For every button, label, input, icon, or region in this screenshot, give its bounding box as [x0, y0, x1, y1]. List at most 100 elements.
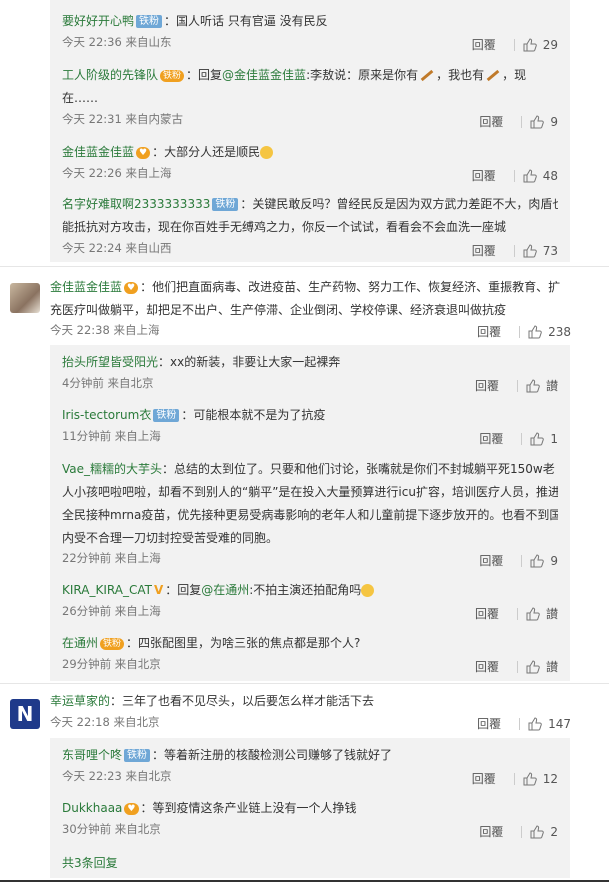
user-name[interactable]: 抬头所望皆受阳光	[62, 355, 158, 369]
reply-item: 要好好开心鸭 铁粉 ：国人听话 只有官逼 没有民反 今天 22:36 来自山东 回覆…	[62, 10, 558, 54]
reply-button[interactable]: 回覆	[475, 377, 499, 395]
vip-badge: ♥	[136, 146, 151, 159]
thumbs-up-icon[interactable]	[530, 825, 545, 839]
thumbs-up-icon[interactable]	[523, 169, 537, 183]
like-count: 48	[542, 169, 558, 183]
like-count: 讃	[545, 379, 558, 393]
user-name[interactable]: 金佳蓝金佳蓝	[62, 145, 134, 159]
reply-text: ：可能根本就不是为了抗疫	[181, 408, 326, 422]
smile-emoji-icon	[361, 584, 375, 597]
mention-link[interactable]: @金佳蓝金佳蓝	[222, 68, 306, 82]
reply-item: Dukkhaaa ♥ ：等到疫情这条产业链上没有一个人挣钱 30分钟前 来自北京 回…	[62, 797, 558, 841]
reply-button[interactable]: 回覆	[479, 113, 503, 131]
reply-prefix: ：回复	[186, 68, 223, 82]
user-name[interactable]: 名字好难取啊2333333333	[62, 197, 210, 211]
reply-actions: 回覆 讃	[475, 605, 558, 623]
smile-emoji-icon	[260, 146, 274, 159]
reply-button[interactable]: 回覆	[477, 715, 501, 733]
divider	[521, 555, 523, 567]
comment-text-continued: 充医疗叫做躺平，却把足不出户、生产停滞、企业倒闭、学校停课、经济衰退叫做抗疫	[50, 303, 507, 317]
reply-text: ：总结的太到位了。只要和他们讨论，张嘴就是你们不封城躺平死150w老	[162, 462, 555, 476]
pencil-emoji-icon	[486, 69, 500, 82]
reply-item: 在通州 铁粉 ：四张配图里，为啥三张的焦点都是那个人? 29分钟前 来自北京 回覆 …	[62, 632, 558, 676]
thumbs-up-icon[interactable]	[528, 325, 542, 339]
divider	[519, 326, 521, 338]
reply-text-continued: 能抵抗对方攻击，现在你百姓手无缚鸡之力，你反一个试试，看看会不会血洗一座城	[62, 220, 507, 234]
reply-block-top: 要好好开心鸭 铁粉 ：国人听话 只有官逼 没有民反 今天 22:36 来自山东 回覆…	[50, 0, 570, 262]
divider	[513, 39, 515, 51]
reply-actions: 回覆 1	[479, 430, 558, 448]
reply-block-thread1: 抬头所望皆受阳光：xx的新装，非要让大家一起裸奔 4分钟前 来自北京 回覆 讃 …	[50, 345, 570, 681]
reply-text: :不拍主演还拍配角吗	[249, 583, 362, 597]
reply-button[interactable]: 回覆	[472, 36, 496, 54]
reply-button[interactable]: 回覆	[472, 242, 496, 260]
thumbs-up-icon[interactable]	[523, 38, 537, 52]
user-name[interactable]: 在通州	[62, 636, 98, 650]
user-name[interactable]: 工人阶级的先锋队	[62, 68, 158, 82]
fan-badge: 铁粉	[100, 637, 125, 650]
reply-text: ：等着新注册的核酸检测公司赚够了钱就好了	[152, 748, 393, 762]
divider	[521, 826, 523, 838]
reply-button[interactable]: 回覆	[475, 658, 499, 676]
user-name[interactable]: Vae_糯糯的大芋头	[62, 462, 162, 476]
reply-text: ：关键民敢反吗？曾经民反是因为双方武力差距不大，肉盾也	[240, 197, 558, 211]
thumbs-up-icon[interactable]	[526, 607, 540, 621]
thumbs-up-icon[interactable]	[526, 379, 540, 393]
thumbs-up-icon[interactable]	[530, 554, 545, 568]
divider	[0, 683, 609, 684]
fan-badge: 铁粉	[160, 69, 185, 82]
divider	[521, 433, 523, 445]
thumbs-up-icon[interactable]	[530, 432, 545, 446]
thumbs-up-icon[interactable]	[523, 772, 537, 786]
user-name[interactable]: Iris-tectorum衣	[62, 408, 151, 422]
reply-actions: 回覆 2	[479, 823, 558, 841]
reply-button[interactable]: 回覆	[472, 167, 496, 185]
divider	[519, 718, 521, 730]
reply-item: Iris-tectorum衣 铁粉 ：可能根本就不是为了抗疫 11分钟前 来自上海 …	[62, 404, 558, 448]
reply-button[interactable]: 回覆	[472, 770, 496, 788]
divider	[0, 266, 609, 267]
like-count: 讃	[545, 607, 558, 621]
reply-button[interactable]: 回覆	[479, 430, 503, 448]
reply-actions: 回覆 9	[479, 113, 558, 131]
reply-item: Vae_糯糯的大芋头：总结的太到位了。只要和他们讨论，张嘴就是你们不封城躺平死1…	[62, 457, 558, 570]
more-replies-link[interactable]: 共3条回复	[62, 856, 118, 870]
reply-text-continued: 人小孩吧啦吧啦，却看不到别人的“躺平”是在投入大量预算进行icu扩容，培训医疗人…	[62, 485, 558, 499]
like-count: 9	[550, 554, 558, 568]
reply-text: ，现	[502, 68, 527, 82]
reply-button[interactable]: 回覆	[479, 823, 503, 841]
user-name[interactable]: 东哥哩个咚	[62, 748, 122, 762]
avatar[interactable]: N	[10, 699, 40, 729]
divider	[521, 116, 523, 128]
reply-button[interactable]: 回覆	[475, 605, 499, 623]
fan-badge: 铁粉	[212, 198, 239, 211]
comment-text: ：他们把直面病毒、改进疫苗、生产药物、努力工作、恢复经济、重振教育、扩	[140, 280, 561, 294]
user-name[interactable]: Dukkhaaa	[62, 801, 122, 815]
user-name[interactable]: 要好好开心鸭	[62, 14, 134, 28]
reply-text: :李敖说：原来是你有	[306, 68, 419, 82]
divider	[513, 245, 515, 257]
reply-actions: 回覆 29	[472, 36, 558, 54]
user-name[interactable]: 金佳蓝金佳蓝	[50, 280, 122, 294]
reply-button[interactable]: 回覆	[477, 323, 501, 341]
avatar[interactable]	[10, 283, 40, 313]
divider	[516, 608, 518, 620]
reply-actions: 回覆 讃	[475, 658, 558, 676]
thumbs-up-icon[interactable]	[523, 244, 537, 258]
reply-item: 金佳蓝金佳蓝 ♥ ：大部分人还是顺民 今天 22:26 来自上海 回覆 48	[62, 141, 558, 185]
user-name[interactable]: 幸运草家的	[50, 694, 110, 708]
reply-block-thread2: 东哥哩个咚 铁粉 ：等着新注册的核酸检测公司赚够了钱就好了 今天 22:23 来自北…	[50, 738, 570, 878]
fan-badge: 铁粉	[136, 15, 163, 28]
reply-actions: 回覆 12	[472, 770, 558, 788]
thumbs-up-icon[interactable]	[530, 115, 545, 129]
thumbs-up-icon[interactable]	[528, 717, 542, 731]
user-name[interactable]: KIRA_KIRA_CAT	[62, 583, 152, 597]
reply-actions: 回覆 9	[479, 552, 558, 570]
comment-item: 幸运草家的：三年了也看不见尽头，以后要怎么样才能活下去 今天 22:18 来自北…	[50, 690, 609, 731]
thumbs-up-icon[interactable]	[526, 660, 540, 674]
like-count: 147	[548, 717, 571, 731]
reply-item: 工人阶级的先锋队 铁粉 ：回复@金佳蓝金佳蓝:李敖说：原来是你有 ，我也有 ，现 在………	[62, 64, 558, 131]
reply-item: 东哥哩个咚 铁粉 ：等着新注册的核酸检测公司赚够了钱就好了 今天 22:23 来自北…	[62, 744, 558, 788]
reply-button[interactable]: 回覆	[479, 552, 503, 570]
mention-link[interactable]: @在通州	[201, 583, 249, 597]
